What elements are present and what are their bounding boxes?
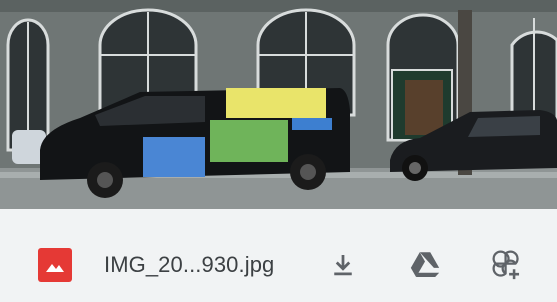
attachment-info-bar: IMG_20...930.jpg [0, 209, 557, 302]
google-photos-add-icon [492, 250, 520, 280]
street-photo [0, 0, 557, 209]
google-drive-icon [410, 252, 440, 278]
attachment-file-name: IMG_20...930.jpg [104, 252, 275, 277]
attachment-preview-image[interactable] [0, 0, 557, 209]
image-file-icon [38, 248, 72, 282]
download-icon [334, 255, 352, 276]
download-button[interactable] [320, 242, 366, 288]
attachment-chip: IMG_20...930.jpg [0, 0, 557, 302]
save-to-drive-button[interactable] [402, 242, 448, 288]
add-to-photos-button[interactable] [484, 242, 530, 288]
